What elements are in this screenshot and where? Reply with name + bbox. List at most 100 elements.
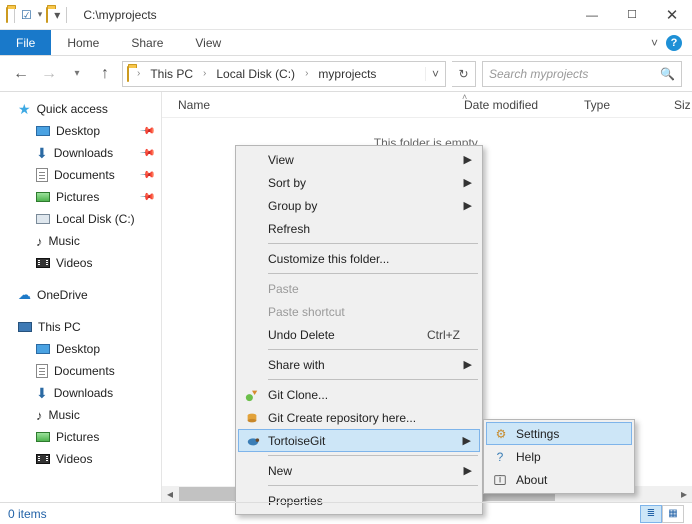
music-icon: ♪ — [36, 408, 43, 423]
help-icon: ? — [492, 449, 508, 465]
ctx-view[interactable]: View▶ — [238, 148, 480, 171]
disk-icon — [36, 214, 50, 224]
ctx-refresh[interactable]: Refresh — [238, 217, 480, 240]
sub-about[interactable]: iAbout — [486, 468, 632, 491]
ctx-undo-delete[interactable]: Undo DeleteCtrl+Z — [238, 323, 480, 346]
pictures-icon — [36, 432, 50, 442]
navitem-thispc[interactable]: This PC — [0, 316, 161, 338]
window-title: C:\myprojects — [75, 8, 156, 22]
navitem-quick-access[interactable]: ★Quick access — [0, 98, 161, 120]
navitem-downloads2[interactable]: ⬇Downloads — [0, 382, 161, 404]
ctx-paste-shortcut: Paste shortcut — [238, 300, 480, 323]
git-create-icon — [244, 410, 260, 426]
navitem-documents2[interactable]: Documents — [0, 360, 161, 382]
document-icon — [36, 168, 48, 182]
svg-text:i: i — [499, 473, 501, 485]
search-icon: 🔍 — [660, 67, 675, 81]
download-icon: ⬇ — [36, 385, 48, 402]
breadcrumb[interactable]: Local Disk (C:) — [214, 67, 297, 81]
ctx-git-clone[interactable]: Git Clone... — [238, 383, 480, 406]
status-item-count: 0 items — [8, 507, 47, 521]
forward-button[interactable]: → — [38, 63, 60, 85]
address-bar[interactable]: › This PC › Local Disk (C:) › myprojects… — [122, 61, 446, 87]
submenu-arrow-icon: ▶ — [464, 199, 472, 212]
sort-indicator-icon: ˄ — [462, 92, 467, 102]
expand-ribbon-icon[interactable]: ˅ — [651, 36, 658, 50]
ctx-share-with[interactable]: Share with▶ — [238, 353, 480, 376]
document-icon — [36, 364, 48, 378]
col-type[interactable]: Type — [572, 98, 662, 112]
ctx-tortoisegit[interactable]: TortoiseGit▶ — [238, 429, 480, 452]
pin-icon: 📌 — [138, 189, 155, 206]
col-size[interactable]: Siz — [662, 98, 692, 112]
properties-qat-icon[interactable]: ☑ — [21, 8, 32, 22]
help-icon[interactable]: ? — [666, 35, 682, 51]
view-details-button[interactable]: ≣ — [640, 505, 662, 523]
submenu-arrow-icon: ▶ — [464, 176, 472, 189]
navitem-videos[interactable]: Videos — [0, 252, 161, 274]
recent-locations-icon[interactable]: ▾ — [66, 63, 88, 85]
refresh-button[interactable]: ↻ — [452, 61, 476, 87]
desktop-icon — [36, 126, 50, 136]
tab-view[interactable]: View — [179, 30, 237, 55]
sub-settings[interactable]: ⚙Settings — [486, 422, 632, 445]
navigation-bar: ← → ▾ ↑ › This PC › Local Disk (C:) › my… — [0, 56, 692, 92]
ctx-git-create[interactable]: Git Create repository here... — [238, 406, 480, 429]
submenu-arrow-icon: ▶ — [463, 434, 471, 447]
col-date[interactable]: Date modified — [452, 98, 572, 112]
navitem-downloads[interactable]: ⬇Downloads📌 — [0, 142, 161, 164]
folder-icon — [127, 67, 129, 81]
context-menu: View▶ Sort by▶ Group by▶ Refresh Customi… — [235, 145, 483, 515]
search-input[interactable]: Search myprojects 🔍 — [482, 61, 682, 87]
navitem-desktop2[interactable]: Desktop — [0, 338, 161, 360]
navitem-onedrive[interactable]: ☁OneDrive — [0, 284, 161, 306]
submenu-arrow-icon: ▶ — [464, 464, 472, 477]
col-name[interactable]: Name — [162, 98, 452, 112]
qat-dropdown-icon[interactable]: ▾ — [54, 8, 60, 22]
breadcrumb[interactable]: myprojects — [316, 67, 378, 81]
submenu-arrow-icon: ▶ — [464, 153, 472, 166]
pc-icon — [18, 322, 32, 332]
tab-share[interactable]: Share — [115, 30, 179, 55]
pin-icon: 📌 — [138, 123, 155, 140]
back-button[interactable]: ← — [10, 63, 32, 85]
maximize-button[interactable]: ☐ — [612, 0, 652, 30]
breadcrumb[interactable]: This PC — [148, 67, 195, 81]
navitem-documents[interactable]: Documents📌 — [0, 164, 161, 186]
ctx-customize[interactable]: Customize this folder... — [238, 247, 480, 270]
git-clone-icon — [244, 387, 260, 403]
up-button[interactable]: ↑ — [94, 63, 116, 85]
ctx-new[interactable]: New▶ — [238, 459, 480, 482]
navitem-music[interactable]: ♪Music — [0, 230, 161, 252]
video-icon — [36, 258, 50, 268]
view-large-icons-button[interactable]: ▦ — [662, 505, 684, 523]
navitem-pictures2[interactable]: Pictures — [0, 426, 161, 448]
tab-home[interactable]: Home — [51, 30, 115, 55]
navigation-pane: ★Quick access Desktop📌 ⬇Downloads📌 Docum… — [0, 92, 162, 502]
search-placeholder: Search myprojects — [489, 67, 660, 81]
address-dropdown-icon[interactable]: ˅ — [425, 67, 441, 81]
sub-help[interactable]: ?Help — [486, 445, 632, 468]
minimize-button[interactable]: — — [572, 0, 612, 30]
navitem-music2[interactable]: ♪Music — [0, 404, 161, 426]
ribbon-tabs: File Home Share View ˅ ? — [0, 30, 692, 56]
new-folder-qat-icon[interactable] — [46, 8, 48, 22]
video-icon — [36, 454, 50, 464]
status-bar: 0 items ≣ ▦ — [0, 502, 692, 524]
cloud-icon: ☁ — [18, 287, 31, 303]
ctx-groupby[interactable]: Group by▶ — [238, 194, 480, 217]
pin-icon: 📌 — [138, 167, 155, 184]
navitem-desktop[interactable]: Desktop📌 — [0, 120, 161, 142]
close-button[interactable]: ✕ — [652, 0, 692, 30]
shortcut-label: Ctrl+Z — [427, 328, 460, 342]
folder-icon — [6, 8, 8, 22]
navitem-videos2[interactable]: Videos — [0, 448, 161, 470]
navitem-localdisk[interactable]: Local Disk (C:) — [0, 208, 161, 230]
title-bar: ☑▾ ▾ C:\myprojects — ☐ ✕ — [0, 0, 692, 30]
ctx-sortby[interactable]: Sort by▶ — [238, 171, 480, 194]
settings-icon: ⚙ — [493, 426, 509, 442]
pin-icon: 📌 — [138, 145, 155, 162]
desktop-icon — [36, 344, 50, 354]
tab-file[interactable]: File — [0, 30, 51, 55]
navitem-pictures[interactable]: Pictures📌 — [0, 186, 161, 208]
